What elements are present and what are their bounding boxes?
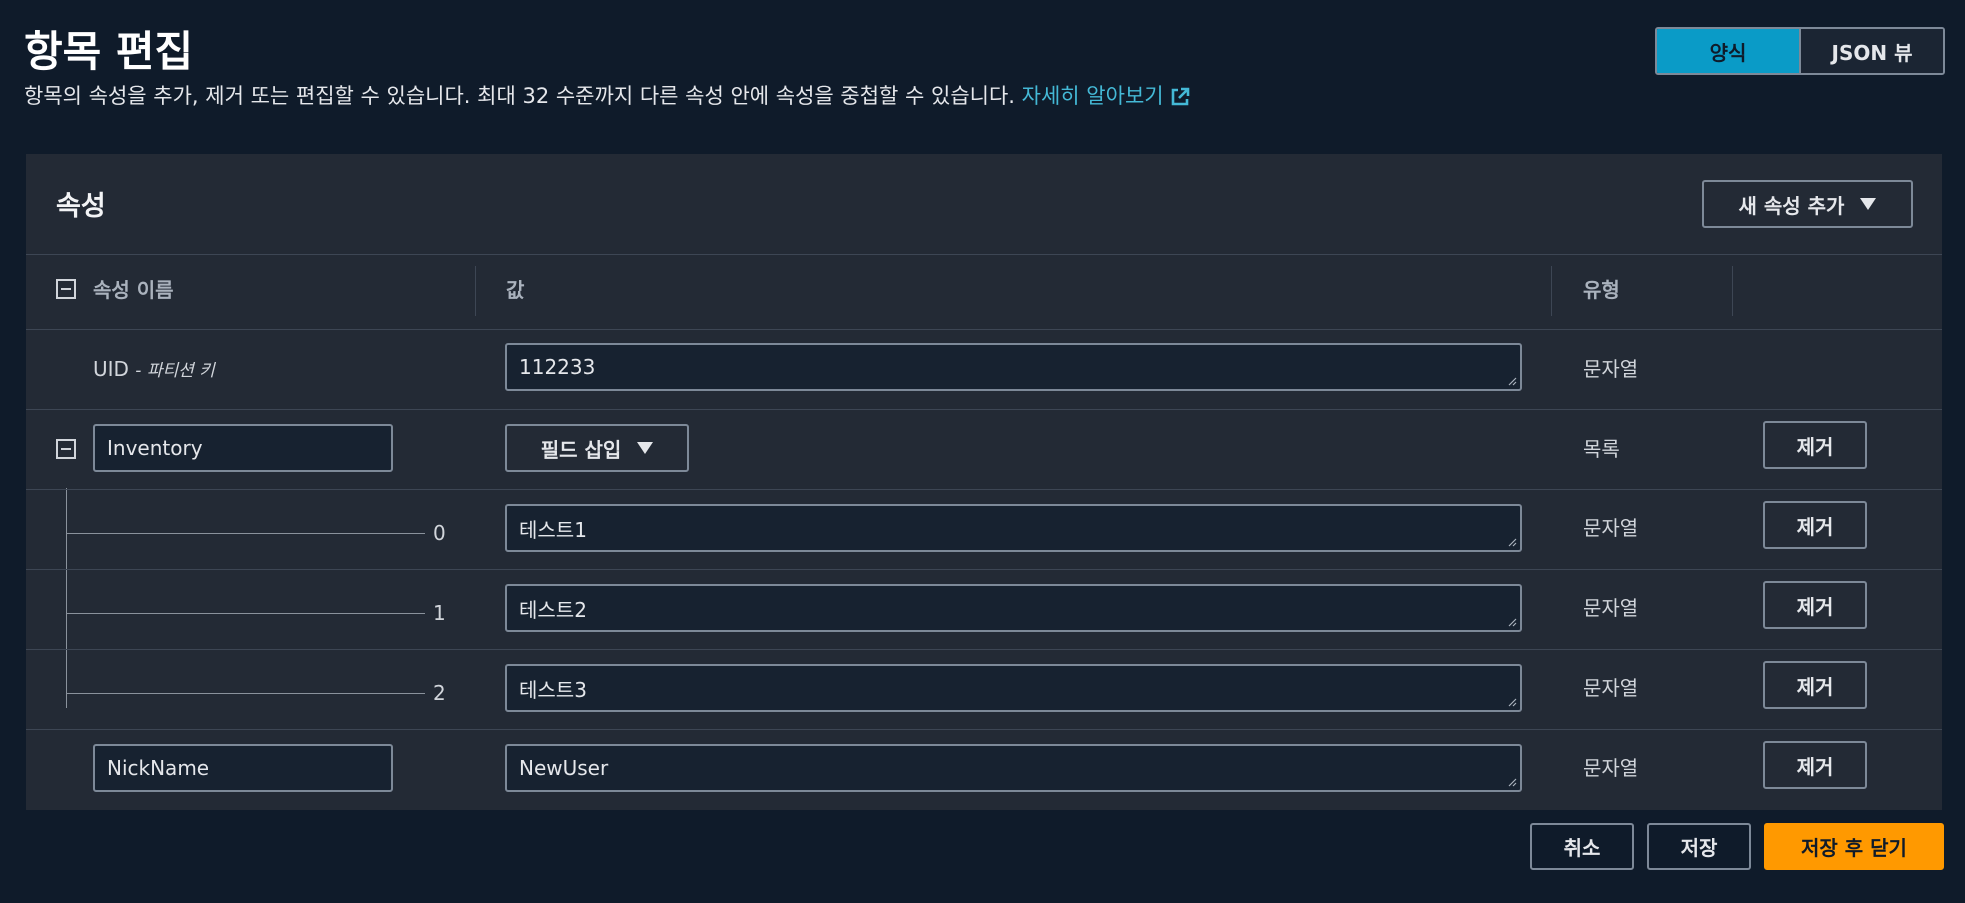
add-attribute-button[interactable]: 새 속성 추가	[1702, 180, 1913, 228]
save-button[interactable]: 저장	[1647, 823, 1751, 870]
input-value: NewUser	[519, 756, 609, 780]
table-row: 0 테스트1 문자열 제거	[26, 489, 1942, 570]
view-toggle: 양식 JSON 뷰	[1655, 27, 1945, 75]
panel-header: 속성 새 속성 추가	[26, 154, 1942, 255]
attribute-type: 문자열	[1583, 596, 1639, 620]
table-row: NickName NewUser 문자열 제거	[26, 729, 1942, 809]
attribute-name: UID	[93, 357, 129, 381]
column-divider	[1551, 266, 1552, 316]
header-value: 값	[506, 278, 525, 302]
list-index: 2	[433, 681, 446, 705]
remove-button[interactable]: 제거	[1763, 421, 1867, 469]
page-title: 항목 편집	[24, 27, 194, 76]
input-value: 테스트1	[519, 517, 587, 542]
input-value: 테스트2	[519, 597, 587, 622]
remove-button[interactable]: 제거	[1763, 661, 1867, 709]
cancel-button[interactable]: 취소	[1530, 823, 1634, 870]
list-item-value-input[interactable]: 테스트2	[505, 584, 1522, 632]
input-value: 112233	[519, 355, 596, 379]
list-index: 1	[433, 601, 446, 625]
input-value: Inventory	[107, 436, 203, 460]
table-header: 속성 이름 값 유형	[26, 254, 1942, 330]
resize-grip-icon[interactable]	[1507, 697, 1517, 707]
caret-down-icon	[1860, 198, 1877, 210]
attribute-type: 문자열	[1583, 676, 1639, 700]
partition-key-name: UID - 파티션 키	[93, 356, 215, 381]
list-item-value-input[interactable]: 테스트1	[505, 504, 1522, 552]
resize-grip-icon[interactable]	[1507, 537, 1517, 547]
resize-grip-icon[interactable]	[1507, 376, 1517, 386]
remove-button[interactable]: 제거	[1763, 501, 1867, 549]
external-link-icon	[1171, 87, 1189, 106]
partition-key-note: - 파티션 키	[135, 361, 215, 381]
remove-button[interactable]: 제거	[1763, 741, 1867, 789]
table-row: 1 테스트2 문자열 제거	[26, 569, 1942, 650]
list-item-value-input[interactable]: 테스트3	[505, 664, 1522, 712]
uid-value-input[interactable]: 112233	[505, 343, 1522, 391]
panel-title: 속성	[56, 191, 106, 222]
attribute-name-input[interactable]: NickName	[93, 744, 393, 792]
input-value: 테스트3	[519, 677, 587, 702]
table-row: 2 테스트3 문자열 제거	[26, 649, 1942, 730]
attribute-type: 목록	[1583, 437, 1620, 461]
header-name: 속성 이름	[93, 278, 174, 302]
learn-more-label: 자세히 알아보기	[1021, 84, 1164, 108]
attribute-type: 문자열	[1583, 357, 1639, 381]
input-value: NickName	[107, 756, 210, 780]
json-view-button[interactable]: JSON 뷰	[1799, 29, 1943, 73]
attribute-type: 문자열	[1583, 516, 1639, 540]
header-type: 유형	[1583, 278, 1620, 302]
save-and-close-button[interactable]: 저장 후 닫기	[1764, 823, 1944, 870]
form-view-button[interactable]: 양식	[1657, 29, 1799, 73]
learn-more-link[interactable]: 자세히 알아보기	[1022, 84, 1190, 108]
column-divider	[475, 266, 476, 316]
remove-button[interactable]: 제거	[1763, 581, 1867, 629]
attributes-panel: 속성 새 속성 추가 속성 이름 값 유형 UID - 파티션 키 112233…	[26, 154, 1942, 810]
table-row: UID - 파티션 키 112233 문자열	[26, 329, 1942, 410]
nickname-value-input[interactable]: NewUser	[505, 744, 1522, 792]
description-text: 항목의 속성을 추가, 제거 또는 편집할 수 있습니다. 최대 32 수준까지…	[24, 84, 1015, 108]
page-description: 항목의 속성을 추가, 제거 또는 편집할 수 있습니다. 최대 32 수준까지…	[24, 80, 1190, 110]
collapse-icon[interactable]	[56, 439, 76, 459]
add-attribute-label: 새 속성 추가	[1738, 193, 1845, 218]
attribute-name-input[interactable]: Inventory	[93, 424, 393, 472]
collapse-all-icon[interactable]	[56, 279, 76, 299]
insert-field-button[interactable]: 필드 삽입	[505, 424, 689, 472]
resize-grip-icon[interactable]	[1507, 777, 1517, 787]
resize-grip-icon[interactable]	[1507, 617, 1517, 627]
list-index: 0	[433, 521, 446, 545]
attribute-type: 문자열	[1583, 756, 1639, 780]
insert-field-label: 필드 삽입	[540, 437, 622, 462]
column-divider	[1732, 266, 1733, 316]
caret-down-icon	[637, 442, 654, 454]
table-row: Inventory 필드 삽입 목록 제거	[26, 409, 1942, 490]
